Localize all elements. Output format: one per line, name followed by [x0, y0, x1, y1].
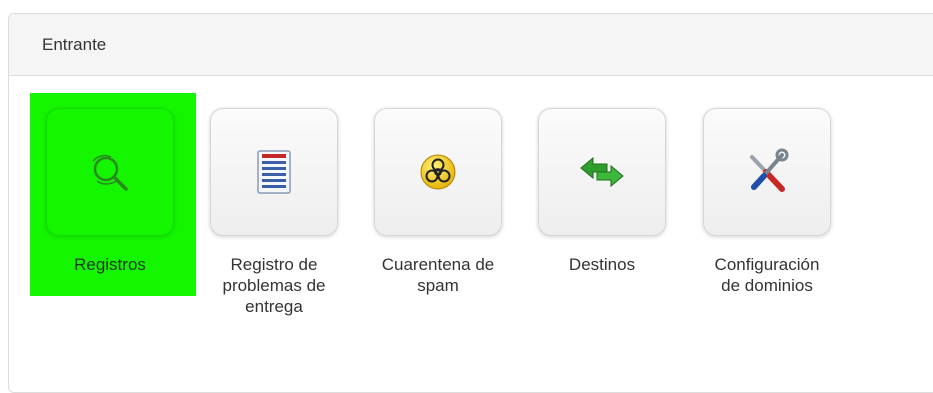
tile-label: Cuarentena de spam	[381, 255, 495, 295]
tile-registro-problemas-entrega-button[interactable]	[210, 108, 338, 236]
panel-title: Entrante	[42, 35, 107, 54]
tile-configuracion-dominios-button[interactable]	[703, 108, 831, 236]
tile-label: Configuración de dominios	[714, 255, 820, 295]
routing-arrows-icon	[577, 154, 627, 190]
document-list-icon	[252, 147, 296, 197]
tools-icon	[742, 147, 792, 197]
tile-cuarentena-spam[interactable]: Cuarentena de spam	[373, 108, 503, 296]
tile-label: Destinos	[568, 255, 636, 274]
magnifier-icon	[85, 147, 135, 197]
tile-label: Registros	[74, 255, 146, 274]
tile-registro-problemas-entrega[interactable]: Registro de problemas de entrega	[209, 108, 339, 317]
tile-destinos-button[interactable]	[538, 108, 666, 236]
biohazard-icon	[418, 152, 458, 192]
tile-registros-button[interactable]	[46, 108, 174, 236]
panel-header	[9, 14, 933, 76]
tile-configuracion-dominios[interactable]: Configuración de dominios	[702, 108, 832, 296]
tile-cuarentena-spam-button[interactable]	[374, 108, 502, 236]
tile-label: Registro de problemas de entrega	[222, 255, 326, 316]
tile-destinos[interactable]: Destinos	[537, 108, 667, 275]
tile-registros[interactable]: Registros	[45, 108, 175, 275]
